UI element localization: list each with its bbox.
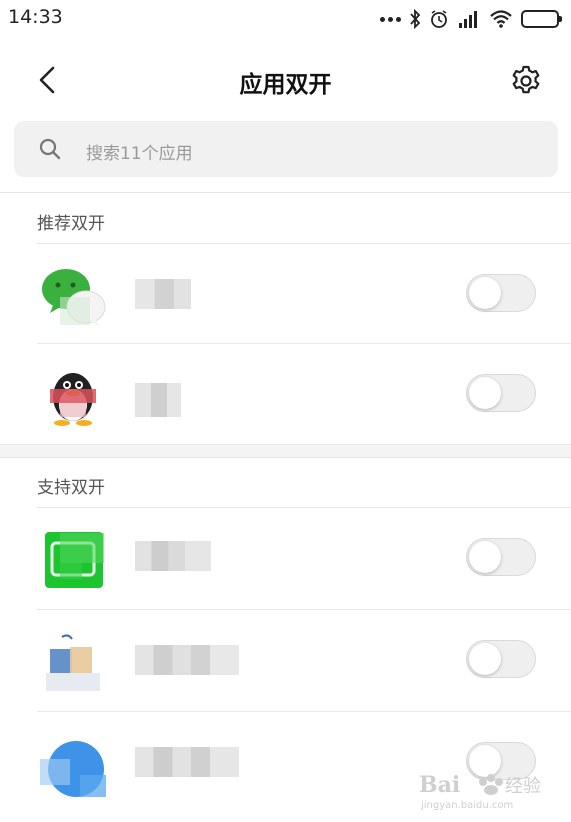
status-bar: 14:33: [0, 0, 571, 38]
section-gap: [0, 444, 571, 458]
app-row-1[interactable]: [0, 243, 571, 343]
svg-text:Bai: Bai: [419, 772, 460, 798]
wifi-icon: [490, 10, 512, 28]
toggle-knob: [469, 643, 501, 675]
row-divider: [37, 507, 571, 508]
toggle-switch[interactable]: [466, 640, 536, 678]
title-bar: 应用双开: [0, 50, 571, 110]
gear-icon[interactable]: [509, 64, 543, 98]
search-input[interactable]: 搜索11个应用: [14, 121, 558, 177]
blurred-app-name: [135, 645, 239, 675]
baidu-watermark-logo: Bai 经验 jingyan.baidu.com: [419, 772, 541, 811]
signal-icon: [459, 11, 477, 28]
blurred-app-name: [135, 747, 239, 777]
svg-text:经验: 经验: [505, 776, 541, 797]
status-icons: [380, 6, 562, 32]
qq-icon: [50, 373, 96, 426]
app-row-2[interactable]: [0, 343, 571, 443]
row-divider: [37, 609, 571, 610]
divider: [0, 192, 571, 193]
toggle-switch[interactable]: [466, 374, 536, 412]
battery-icon: [521, 10, 562, 28]
toggle-knob: [469, 541, 501, 573]
bluetooth-icon: [410, 9, 421, 29]
search-placeholder: 搜索11个应用: [86, 144, 193, 164]
app-row-4[interactable]: [0, 609, 571, 709]
section-header-supported: 支持双开: [37, 478, 105, 498]
toggle-switch[interactable]: [466, 274, 536, 312]
svg-text:jingyan.baidu.com: jingyan.baidu.com: [420, 800, 513, 811]
row-divider: [37, 343, 571, 344]
toggle-knob: [469, 277, 501, 309]
row-divider: [37, 243, 571, 244]
more-dots-icon: [380, 16, 401, 22]
iqiyi-icon: [45, 532, 104, 588]
wechat-icon: [42, 269, 106, 327]
alarm-icon: [431, 10, 447, 28]
toggle-knob: [469, 377, 501, 409]
mouse-app-icon: [46, 634, 104, 693]
page-title: 应用双开: [239, 72, 332, 98]
status-time: 14:33: [8, 6, 63, 28]
toggle-switch[interactable]: [466, 538, 536, 576]
section-header-recommended: 推荐双开: [37, 214, 105, 234]
blurred-app-name: [135, 279, 191, 309]
search-icon: [39, 138, 61, 160]
app-row-3[interactable]: [0, 507, 571, 607]
row-divider: [37, 711, 571, 712]
blurred-app-name: [135, 541, 211, 571]
blurred-app-name: [135, 383, 181, 417]
blue-circle-app-icon: [40, 741, 106, 797]
